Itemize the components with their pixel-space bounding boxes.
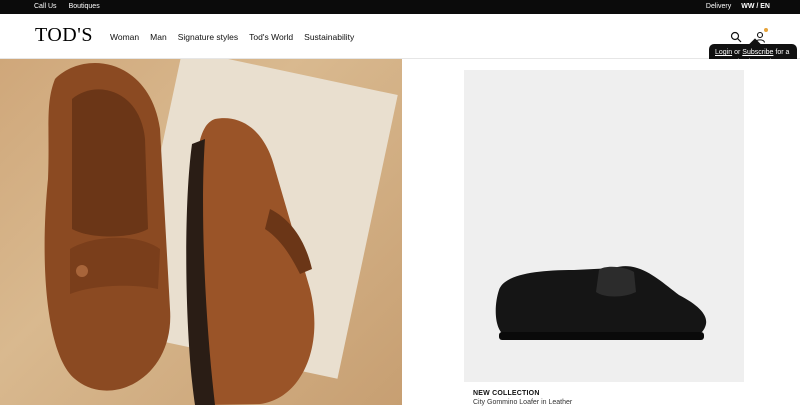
tooltip-or: or [734,49,741,56]
notification-dot [764,28,768,32]
delivery-link[interactable]: Delivery [706,3,731,10]
subscribe-link[interactable]: Subscribe [742,49,773,56]
black-loafer-illustration [495,266,707,340]
search-icon[interactable] [730,30,742,43]
menu-item-woman[interactable]: Woman [110,32,139,42]
brown-loafers-illustration [44,63,315,405]
utility-right: Delivery WW / EN [706,3,770,10]
hero-image-loafers[interactable] [0,59,402,405]
collection-tag: NEW COLLECTION [473,390,540,397]
main-navigation: TOD'S Woman Man Signature styles Tod's W… [0,14,800,59]
menu-item-signature-styles[interactable]: Signature styles [178,32,238,42]
menu-item-tods-world[interactable]: Tod's World [249,32,293,42]
product-image-card[interactable] [464,70,744,382]
login-link[interactable]: Login [715,49,732,56]
brand-logo[interactable]: TOD'S [35,24,93,47]
call-us-link[interactable]: Call Us [34,3,57,10]
utility-links: Call Us Boutiques [34,3,100,10]
boutiques-link[interactable]: Boutiques [69,3,100,10]
main-menu: Woman Man Signature styles Tod's World S… [110,32,354,42]
language-selector[interactable]: WW / EN [741,3,770,10]
header-actions [730,28,768,43]
menu-item-sustainability[interactable]: Sustainability [304,32,354,42]
top-utility-bar: Call Us Boutiques Delivery WW / EN [0,0,800,14]
menu-item-man[interactable]: Man [150,32,167,42]
